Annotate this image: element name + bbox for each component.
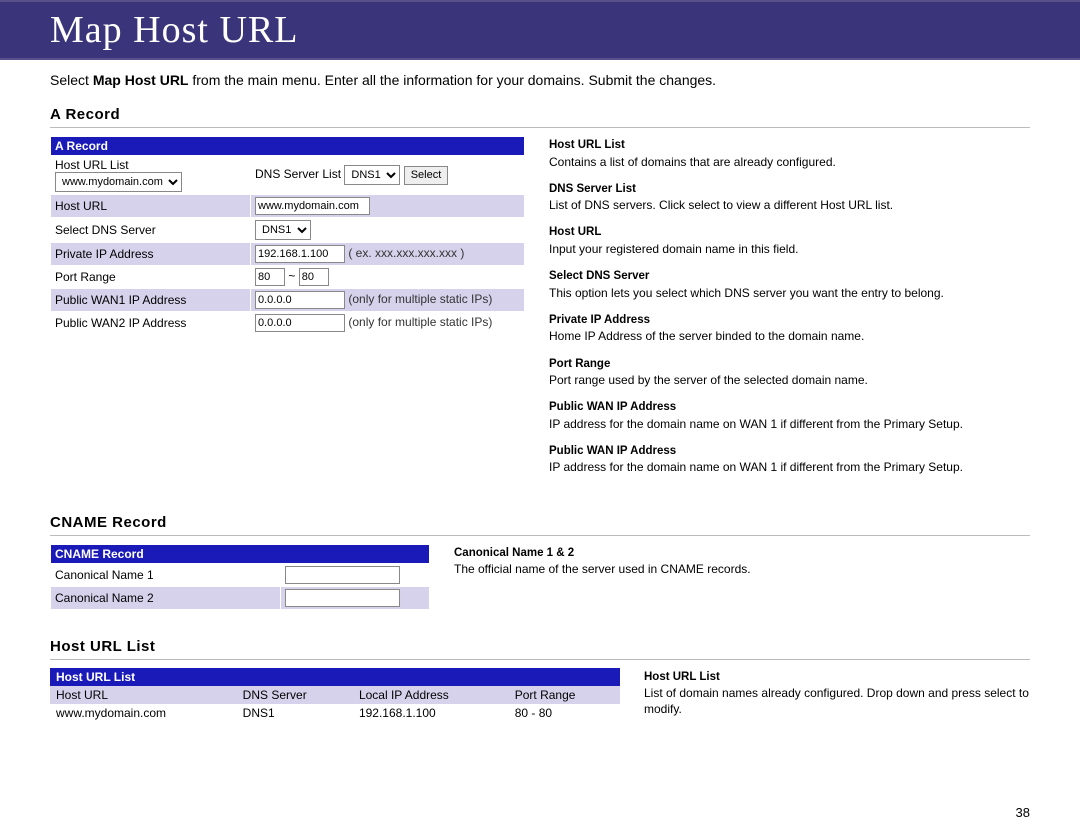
divider — [50, 659, 1030, 660]
def-term: Host URL List — [644, 671, 720, 683]
def-term: DNS Server List — [549, 183, 636, 195]
intro-post: from the main menu. Enter all the inform… — [188, 72, 716, 88]
page-number: 38 — [1016, 805, 1030, 820]
cname-heading: CNAME Record — [50, 514, 1030, 531]
label-cname1: Canonical Name 1 — [51, 563, 281, 586]
dns-server-list-select[interactable]: DNS1 — [344, 165, 400, 185]
def-term: Select DNS Server — [549, 270, 649, 282]
def-term: Port Range — [549, 358, 610, 370]
table-row: www.mydomain.com DNS1 192.168.1.100 80 -… — [50, 704, 620, 722]
host-url-list-title-cell: Host URL List — [50, 668, 620, 686]
host-url-input[interactable] — [255, 197, 370, 215]
cname-title-cell: CNAME Record — [51, 544, 430, 563]
private-ip-input[interactable] — [255, 245, 345, 263]
label-dns-server-list: DNS Server List — [255, 167, 341, 181]
def-term: Canonical Name 1 & 2 — [454, 547, 574, 559]
wan1-input[interactable] — [255, 291, 345, 309]
def-text: The official name of the server used in … — [454, 562, 751, 576]
label-cname2: Canonical Name 2 — [51, 586, 281, 609]
label-host-url: Host URL — [51, 195, 251, 218]
a-record-defs: Host URL List Contains a list of domains … — [549, 136, 1030, 486]
cell-local-ip: 192.168.1.100 — [353, 704, 509, 722]
label-select-dns: Select DNS Server — [51, 218, 251, 243]
cell-dns-server: DNS1 — [237, 704, 353, 722]
col-port-range: Port Range — [509, 686, 620, 704]
col-dns-server: DNS Server — [237, 686, 353, 704]
def-text: List of DNS servers. Click select to vie… — [549, 198, 893, 212]
wan1-hint: (only for multiple static IPs) — [348, 292, 492, 306]
intro-bold: Map Host URL — [93, 72, 189, 88]
divider — [50, 535, 1030, 536]
def-term: Host URL — [549, 226, 601, 238]
def-text: This option lets you select which DNS se… — [549, 286, 944, 300]
select-button[interactable]: Select — [404, 166, 449, 185]
cname-defs: Canonical Name 1 & 2 The official name of… — [454, 544, 1030, 610]
col-local-ip: Local IP Address — [353, 686, 509, 704]
wan2-hint: (only for multiple static IPs) — [348, 315, 492, 329]
a-record-table: A Record Host URL List www.mydomain.com … — [50, 136, 525, 335]
cname-table: CNAME Record Canonical Name 1 Canonical … — [50, 544, 430, 610]
page-title: Map Host URL — [50, 8, 298, 52]
cname1-input[interactable] — [285, 566, 400, 584]
intro-text: Select Map Host URL from the main menu. … — [50, 72, 1030, 88]
label-port-range: Port Range — [51, 266, 251, 289]
def-term: Public WAN IP Address — [549, 445, 676, 457]
label-private-ip: Private IP Address — [51, 243, 251, 266]
port-low-input[interactable] — [255, 268, 285, 286]
label-host-url-list: Host URL List — [55, 158, 129, 172]
def-text: IP address for the domain name on WAN 1 … — [549, 417, 963, 431]
def-text: Input your registered domain name in thi… — [549, 242, 798, 256]
def-text: Contains a list of domains that are alre… — [549, 155, 836, 169]
label-wan1: Public WAN1 IP Address — [51, 289, 251, 312]
banner: Map Host URL — [0, 0, 1080, 60]
col-host-url: Host URL — [50, 686, 237, 704]
cname2-input[interactable] — [285, 589, 400, 607]
a-record-heading: A Record — [50, 106, 1030, 123]
divider — [50, 127, 1030, 128]
host-url-list-heading: Host URL List — [50, 638, 1030, 655]
def-term: Public WAN IP Address — [549, 401, 676, 413]
def-text: Port range used by the server of the sel… — [549, 373, 868, 387]
cell-host-url: www.mydomain.com — [50, 704, 237, 722]
port-high-input[interactable] — [299, 268, 329, 286]
def-text: List of domain names already configured.… — [644, 686, 1029, 716]
def-text: IP address for the domain name on WAN 1 … — [549, 460, 963, 474]
host-url-list-table: Host URL List Host URL DNS Server Local … — [50, 668, 620, 722]
host-url-list-defs: Host URL List List of domain names alread… — [644, 668, 1030, 728]
label-wan2: Public WAN2 IP Address — [51, 312, 251, 335]
select-dns-select[interactable]: DNS1 — [255, 220, 311, 240]
cell-port-range: 80 - 80 — [509, 704, 620, 722]
def-term: Private IP Address — [549, 314, 650, 326]
wan2-input[interactable] — [255, 314, 345, 332]
host-url-list-select[interactable]: www.mydomain.com — [55, 172, 182, 192]
def-term: Host URL List — [549, 139, 625, 151]
port-separator: ~ — [288, 269, 295, 283]
a-record-title-cell: A Record — [51, 137, 525, 156]
def-text: Home IP Address of the server binded to … — [549, 329, 864, 343]
private-ip-hint: ( ex. xxx.xxx.xxx.xxx ) — [348, 246, 464, 260]
intro-pre: Select — [50, 72, 93, 88]
